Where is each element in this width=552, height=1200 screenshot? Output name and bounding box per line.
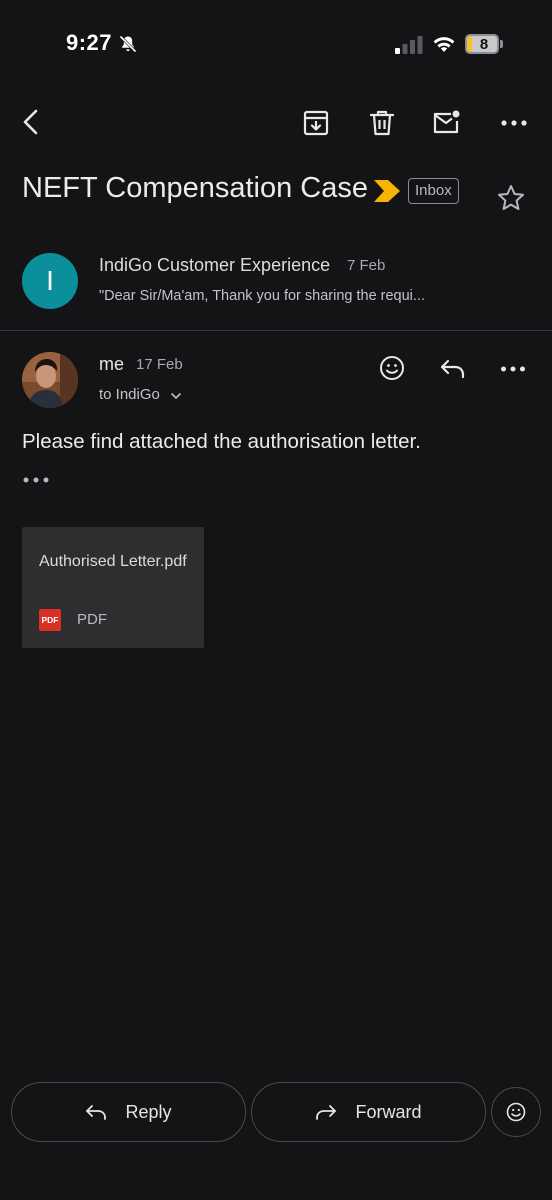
mark-unread-icon[interactable] [432,109,460,137]
back-arrow-icon[interactable] [18,108,46,136]
message-snippet[interactable]: "Dear Sir/Ma'am, Thank you for sharing t… [99,288,465,304]
forward-button[interactable]: Forward [251,1082,486,1142]
attachment-card[interactable]: Authorised Letter.pdf PDF PDF [22,527,204,648]
archive-icon[interactable] [302,109,330,137]
signal-icon [395,36,423,54]
battery-icon: 8 [465,34,503,54]
more-vert-icon[interactable] [500,356,526,382]
importance-marker-icon[interactable] [374,180,400,202]
more-vert-icon[interactable] [500,109,528,137]
sender-name: me [99,354,125,374]
avatar[interactable]: I [22,253,78,309]
label-badge[interactable]: Inbox [408,178,459,204]
avatar[interactable] [22,352,78,408]
reply-icon[interactable] [439,355,467,383]
reply-label: Reply [125,1101,172,1122]
pdf-icon: PDF [39,609,61,631]
wifi-icon [433,37,455,52]
attachment-name: Authorised Letter.pdf [39,553,187,570]
emoji-reaction-button[interactable] [491,1087,541,1137]
recipient-line[interactable]: to IndiGo [99,386,160,403]
message-body: Please find attached the authorisation l… [22,430,421,453]
reply-button[interactable]: Reply [11,1082,246,1142]
forward-icon [316,1105,337,1120]
email-subject: NEFT Compensation Case [22,172,369,204]
battery-level: 8 [479,36,489,53]
attachment-type: PDF [77,611,107,628]
chevron-down-icon[interactable] [170,390,182,402]
sender-name: IndiGo Customer Experience [99,255,331,275]
show-trimmed-content-icon[interactable] [22,470,50,490]
reply-icon [86,1105,107,1120]
divider [0,330,552,331]
emoji-icon [506,1102,526,1122]
bell-slash-icon [119,35,137,53]
status-time: 9:27 [66,30,113,55]
forward-label: Forward [355,1101,422,1122]
message-date: 17 Feb [136,356,183,373]
star-icon[interactable] [496,183,526,213]
emoji-reaction-icon[interactable] [378,354,406,382]
message-date: 7 Feb [347,257,386,274]
trash-icon[interactable] [368,109,396,137]
